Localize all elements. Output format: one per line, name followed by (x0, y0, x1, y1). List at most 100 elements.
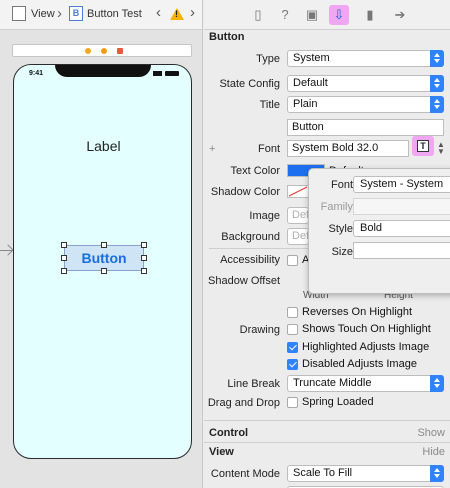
popover-family-field (353, 198, 450, 215)
popover-size-field[interactable] (353, 242, 450, 259)
jump-bar: View › B Button Test ‹ › (0, 0, 202, 30)
entry-point-arrow-icon (0, 250, 12, 251)
first-responder-icon[interactable] (101, 48, 107, 54)
spring-loaded-label[interactable]: Spring Loaded (302, 396, 374, 408)
scene-dock[interactable] (12, 44, 192, 57)
background-placeholder: Defa (292, 230, 308, 242)
image-field[interactable]: Defa (287, 207, 309, 224)
resize-handle[interactable] (141, 268, 147, 274)
image-label: Image (249, 210, 280, 222)
no-color-icon (288, 186, 308, 197)
control-section-title: Control (209, 427, 249, 439)
popover-style-label: Style (328, 223, 353, 235)
popover-style-popup[interactable]: Bold (353, 220, 450, 237)
type-popup[interactable]: System (287, 50, 444, 67)
title-text-field[interactable]: Button (287, 119, 444, 136)
iphone-scene[interactable]: 9:41 Label Button (13, 64, 192, 459)
font-popover: Font System - System Family Style Bold S… (308, 168, 450, 294)
chevron-right-icon: › (57, 5, 62, 22)
jumpbar-file-item[interactable]: Button Test (87, 8, 142, 20)
title-style-popup[interactable]: Plain (287, 96, 444, 113)
divider (204, 442, 450, 443)
resize-handle[interactable] (61, 242, 67, 248)
content-mode-value: Scale To Fill (293, 467, 353, 479)
reverses-label[interactable]: Reverses On Highlight (302, 306, 412, 318)
drawing-label: Drawing (239, 324, 280, 336)
popup-arrows-icon (430, 96, 444, 113)
view-controller-icon[interactable] (85, 48, 91, 54)
shows-touch-label[interactable]: Shows Touch On Highlight (302, 323, 431, 335)
shows-touch-checkbox[interactable] (287, 324, 298, 335)
resize-handle[interactable] (101, 242, 107, 248)
resize-handle[interactable] (101, 268, 107, 274)
resize-handle[interactable] (61, 268, 67, 274)
popover-font-popup[interactable]: System - System (353, 176, 450, 193)
connections-inspector-icon[interactable]: ➔ (390, 5, 410, 25)
control-show-button[interactable]: Show (417, 427, 445, 439)
background-field[interactable]: Defa (287, 228, 309, 245)
popover-family-label: Family (320, 201, 353, 213)
help-icon[interactable]: ? (275, 5, 295, 25)
size-inspector-icon[interactable]: ▮ (360, 5, 380, 25)
shadow-offset-label: Shadow Offset (208, 275, 280, 287)
popover-font-label: Font (330, 179, 353, 191)
line-break-popup[interactable]: Truncate Middle (287, 375, 444, 392)
highlighted-adjusts-checkbox[interactable] (287, 342, 298, 353)
view-hide-button[interactable]: Hide (422, 446, 445, 458)
identity-inspector-icon[interactable]: ▣ (302, 5, 322, 25)
scene-label[interactable]: Label (14, 138, 191, 154)
state-config-label: State Config (219, 78, 280, 90)
line-break-label: Line Break (227, 378, 280, 390)
type-label: Type (256, 53, 280, 65)
spring-loaded-checkbox[interactable] (287, 397, 298, 408)
background-label: Background (221, 231, 280, 243)
device-notch (55, 65, 151, 77)
status-time: 9:41 (29, 70, 44, 77)
font-field[interactable]: System Bold 32.0 (287, 140, 409, 157)
exit-icon[interactable] (117, 48, 123, 54)
divider (209, 248, 309, 249)
disabled-adjusts-checkbox[interactable] (287, 359, 298, 370)
popup-arrows-icon (430, 75, 444, 92)
battery-icon (165, 71, 179, 76)
add-variation-icon[interactable]: + (209, 143, 215, 155)
state-config-popup[interactable]: Default (287, 75, 444, 92)
font-label: Font (257, 143, 280, 155)
resize-handle[interactable] (61, 255, 67, 261)
forward-arrow-icon[interactable]: › (190, 4, 195, 21)
font-t-icon: T (417, 140, 429, 152)
accessibility-checkbox[interactable] (287, 255, 298, 266)
disabled-adjusts-label[interactable]: Disabled Adjusts Image (302, 358, 417, 370)
popover-size-label: Size (331, 246, 353, 258)
reverses-checkbox[interactable] (287, 307, 298, 318)
scene-button-title: Button (81, 250, 127, 266)
file-inspector-icon[interactable]: ▯ (248, 5, 268, 25)
inspector-tab-bar: ▯ ? ▣ ⇩ ▮ ➔ (204, 0, 450, 30)
shadow-color-swatch[interactable] (287, 185, 309, 198)
title-label: Title (259, 99, 280, 111)
drag-drop-label: Drag and Drop (207, 397, 280, 409)
signal-icon (153, 71, 162, 76)
line-break-value: Truncate Middle (293, 377, 372, 389)
attributes-inspector-icon[interactable]: ⇩ (329, 5, 349, 25)
text-color-label: Text Color (230, 165, 280, 177)
content-mode-label: Content Mode (210, 468, 280, 480)
resize-handle[interactable] (141, 242, 147, 248)
jumpbar-view-item[interactable]: View (31, 8, 55, 20)
title-style-value: Plain (293, 98, 318, 110)
button-file-icon: B (69, 6, 83, 21)
canvas-area: View › B Button Test ‹ › 9:41 Label Butt… (0, 0, 203, 488)
popup-arrows-icon (430, 50, 444, 67)
back-arrow-icon[interactable]: ‹ (156, 4, 161, 21)
type-value: System (293, 52, 330, 64)
accessibility-label: Accessibility (220, 254, 280, 266)
warning-icon[interactable] (170, 8, 184, 20)
font-size-stepper-icon[interactable]: ▲ ▼ (437, 141, 445, 156)
popup-arrows-icon (430, 465, 444, 482)
font-picker-button[interactable]: T (412, 136, 434, 156)
highlighted-adjusts-label[interactable]: Highlighted Adjusts Image (302, 341, 429, 353)
button-section-title: Button (209, 31, 245, 43)
content-mode-popup[interactable]: Scale To Fill (287, 465, 444, 482)
shadow-color-label: Shadow Color (210, 186, 280, 198)
resize-handle[interactable] (141, 255, 147, 261)
